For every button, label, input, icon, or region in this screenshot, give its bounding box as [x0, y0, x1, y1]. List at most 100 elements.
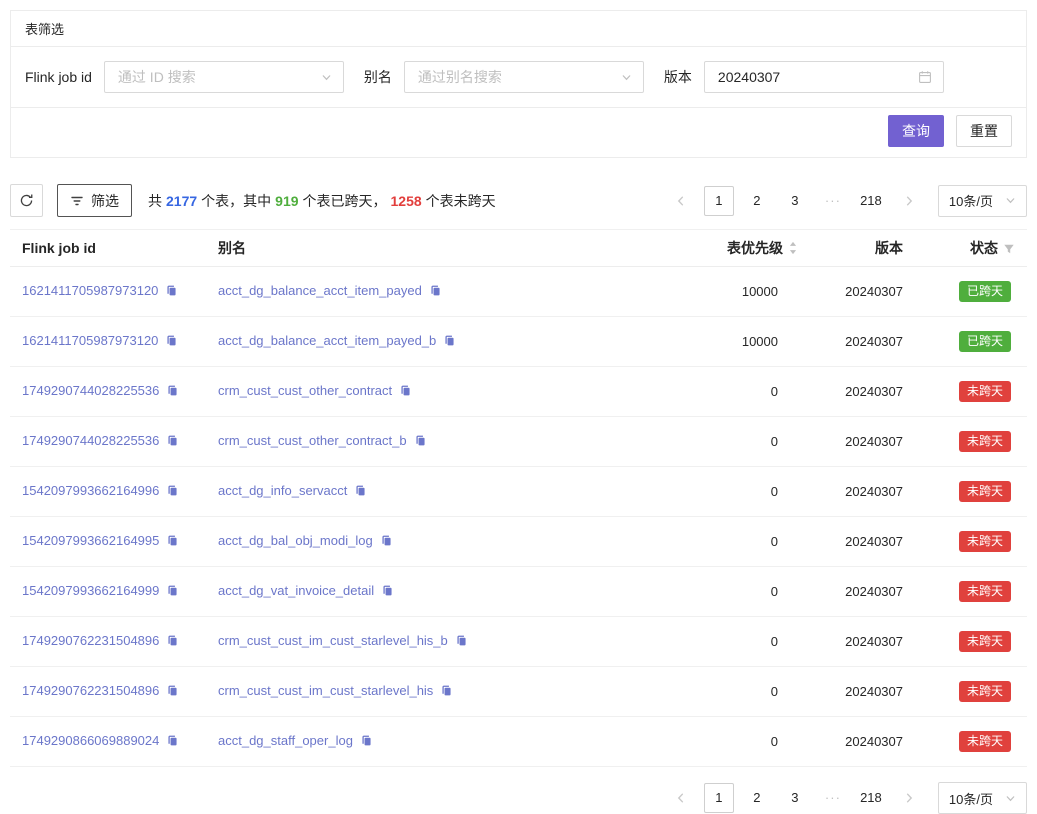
- prev-page-button[interactable]: [666, 783, 696, 813]
- alias-link[interactable]: acct_dg_staff_oper_log: [218, 733, 353, 748]
- reset-button[interactable]: 重置: [956, 115, 1012, 147]
- funnel-filter-icon[interactable]: [1003, 242, 1015, 258]
- status-badge: 已跨天: [959, 281, 1011, 302]
- flink-job-id-select[interactable]: [104, 61, 344, 93]
- filter-button[interactable]: 筛选: [57, 184, 132, 217]
- priority-value: 0: [660, 567, 810, 617]
- page-ellipsis[interactable]: ···: [818, 783, 848, 813]
- col-priority[interactable]: 表优先级: [660, 230, 810, 267]
- table-row: 1749290762231504896 crm_cust_cust_im_cus…: [10, 667, 1027, 717]
- table-row: 1621411705987973120 acct_dg_balance_acct…: [10, 267, 1027, 317]
- page-button-2[interactable]: 2: [742, 186, 772, 216]
- flink-job-id-link[interactable]: 1621411705987973120: [22, 283, 158, 298]
- flink-job-id-link[interactable]: 1749290744028225536: [22, 433, 159, 448]
- copy-icon[interactable]: [166, 634, 179, 650]
- copy-icon[interactable]: [166, 584, 179, 600]
- page-button-3[interactable]: 3: [780, 783, 810, 813]
- copy-icon[interactable]: [443, 334, 456, 350]
- copy-icon[interactable]: [455, 634, 468, 650]
- alias-link[interactable]: acct_dg_balance_acct_item_payed: [218, 283, 422, 298]
- alias-link[interactable]: crm_cust_cust_im_cust_starlevel_his: [218, 683, 433, 698]
- priority-value: 0: [660, 467, 810, 517]
- page-button-1[interactable]: 1: [704, 783, 734, 813]
- status-badge: 已跨天: [959, 331, 1011, 352]
- copy-icon[interactable]: [166, 684, 179, 700]
- filter-panel-title: 表筛选: [11, 11, 1026, 47]
- table-row: 1749290744028225536 crm_cust_cust_other_…: [10, 367, 1027, 417]
- copy-icon[interactable]: [414, 434, 427, 450]
- flink-job-id-link[interactable]: 1621411705987973120: [22, 333, 158, 348]
- page-button-last[interactable]: 218: [856, 186, 886, 216]
- page-button-last[interactable]: 218: [856, 783, 886, 813]
- filter-actions-row: 查询 重置: [11, 108, 1026, 157]
- sort-icon[interactable]: [788, 241, 798, 258]
- table-toolbar: 筛选 共 2177 个表，其中 919 个表已跨天， 1258 个表未跨天 1 …: [10, 184, 1027, 217]
- copy-icon[interactable]: [165, 284, 178, 300]
- page-size-select[interactable]: 10条/页: [938, 185, 1027, 217]
- chevron-down-icon: [1005, 793, 1016, 804]
- version-field: 版本: [664, 61, 944, 93]
- alias-link[interactable]: crm_cust_cust_im_cust_starlevel_his_b: [218, 633, 448, 648]
- alias-link[interactable]: acct_dg_bal_obj_modi_log: [218, 533, 373, 548]
- version-input[interactable]: [716, 68, 910, 86]
- flink-job-id-link[interactable]: 1542097993662164999: [22, 583, 159, 598]
- next-page-button[interactable]: [894, 186, 924, 216]
- alias-select[interactable]: [404, 61, 644, 93]
- flink-job-id-link[interactable]: 1542097993662164995: [22, 533, 159, 548]
- version-label: 版本: [664, 67, 692, 87]
- col-status[interactable]: 状态: [915, 230, 1027, 267]
- copy-icon[interactable]: [165, 334, 178, 350]
- flink-job-id-link[interactable]: 1749290866069889024: [22, 733, 159, 748]
- copy-icon[interactable]: [166, 484, 179, 500]
- flink-job-id-link[interactable]: 1542097993662164996: [22, 483, 159, 498]
- flink-job-id-link[interactable]: 1749290762231504896: [22, 633, 159, 648]
- uncrossed-count: 1258: [391, 193, 422, 209]
- page-size-select[interactable]: 10条/页: [938, 782, 1027, 814]
- copy-icon[interactable]: [381, 584, 394, 600]
- alias-input[interactable]: [416, 68, 613, 86]
- priority-value: 0: [660, 417, 810, 467]
- status-badge: 未跨天: [959, 731, 1011, 752]
- status-badge: 未跨天: [959, 531, 1011, 552]
- copy-icon[interactable]: [399, 384, 412, 400]
- alias-link[interactable]: crm_cust_cust_other_contract_b: [218, 433, 407, 448]
- flink-job-id-link[interactable]: 1749290762231504896: [22, 683, 159, 698]
- copy-icon[interactable]: [166, 384, 179, 400]
- summary-part: 共: [148, 191, 162, 211]
- copy-icon[interactable]: [440, 684, 453, 700]
- refresh-button[interactable]: [10, 184, 43, 217]
- alias-field: 别名: [364, 61, 644, 93]
- priority-value: 0: [660, 717, 810, 767]
- query-button[interactable]: 查询: [888, 115, 944, 147]
- status-badge: 未跨天: [959, 681, 1011, 702]
- page-button-2[interactable]: 2: [742, 783, 772, 813]
- copy-icon[interactable]: [380, 534, 393, 550]
- page-ellipsis[interactable]: ···: [818, 186, 848, 216]
- next-page-button[interactable]: [894, 783, 924, 813]
- copy-icon[interactable]: [166, 434, 179, 450]
- copy-icon[interactable]: [166, 734, 179, 750]
- alias-link[interactable]: acct_dg_info_servacct: [218, 483, 347, 498]
- version-date-picker[interactable]: [704, 61, 944, 93]
- summary-part: 个表未跨天: [426, 191, 496, 211]
- status-badge: 未跨天: [959, 581, 1011, 602]
- copy-icon[interactable]: [429, 284, 442, 300]
- flink-job-id-link[interactable]: 1749290744028225536: [22, 383, 159, 398]
- filter-fields-row: Flink job id 别名 版本: [11, 47, 1026, 108]
- copy-icon[interactable]: [354, 484, 367, 500]
- page-size-value: 10条/页: [949, 789, 993, 808]
- table-row: 1621411705987973120 acct_dg_balance_acct…: [10, 317, 1027, 367]
- copy-icon[interactable]: [166, 534, 179, 550]
- flink-job-id-input[interactable]: [116, 68, 313, 86]
- chevron-down-icon: [621, 72, 632, 83]
- page-button-1[interactable]: 1: [704, 186, 734, 216]
- page-button-3[interactable]: 3: [780, 186, 810, 216]
- alias-link[interactable]: crm_cust_cust_other_contract: [218, 383, 392, 398]
- status-badge: 未跨天: [959, 631, 1011, 652]
- alias-link[interactable]: acct_dg_vat_invoice_detail: [218, 583, 374, 598]
- tables-table: Flink job id 别名 表优先级 版本 状态 1621411705987…: [10, 229, 1027, 767]
- calendar-icon: [918, 70, 932, 84]
- prev-page-button[interactable]: [666, 186, 696, 216]
- copy-icon[interactable]: [360, 734, 373, 750]
- alias-link[interactable]: acct_dg_balance_acct_item_payed_b: [218, 333, 436, 348]
